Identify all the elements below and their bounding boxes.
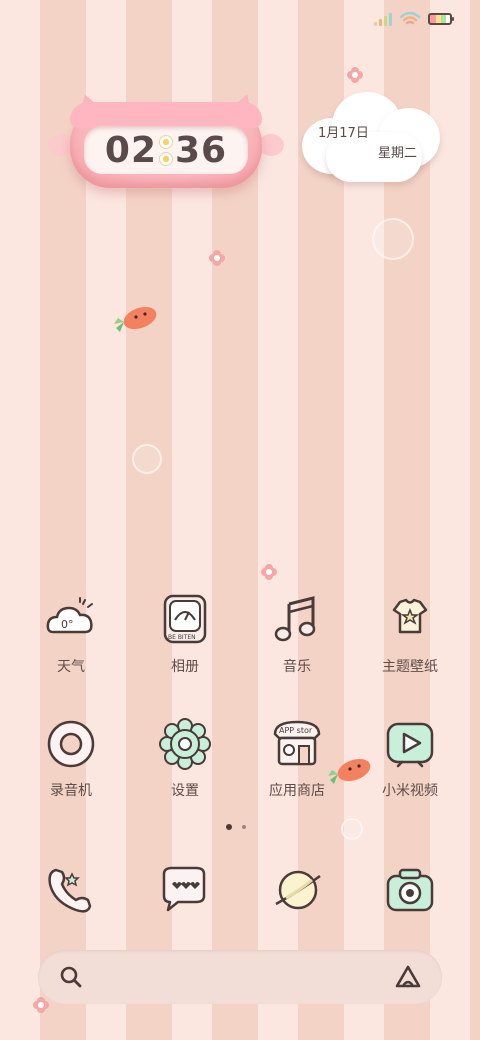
weather-cloud-icon: 0° — [43, 592, 99, 648]
flower-decoration-icon — [33, 997, 49, 1013]
assistant-icon[interactable] — [394, 964, 422, 990]
page-indicator — [226, 824, 246, 830]
dock-camera[interactable] — [380, 860, 440, 920]
clock-hours: 02 — [104, 129, 157, 171]
app-label: 小米视频 — [382, 783, 438, 799]
theme-shirt-icon — [382, 592, 438, 648]
flower-decoration-icon — [347, 67, 363, 83]
messages-icon — [162, 866, 206, 912]
bubble-decoration — [132, 444, 162, 474]
app-label: 音乐 — [283, 659, 311, 675]
wifi-icon — [400, 12, 420, 25]
search-icon[interactable] — [58, 964, 84, 990]
page-dot — [242, 825, 246, 829]
status-bar — [374, 8, 454, 30]
dock-browser[interactable] — [268, 860, 328, 920]
phone-icon — [48, 868, 92, 913]
video-play-icon — [382, 716, 438, 772]
browser-planet-icon — [275, 870, 321, 910]
app-label: 天气 — [57, 659, 85, 675]
app-recorder[interactable]: 录音机 — [16, 716, 126, 816]
music-note-icon — [269, 592, 325, 648]
app-weather[interactable]: 0° 天气 — [16, 592, 126, 692]
camera-icon — [386, 868, 434, 912]
clock-frosting — [70, 102, 262, 128]
clock-face: 02 36 — [84, 126, 248, 174]
flower-decoration-icon — [261, 564, 277, 580]
clock-minutes: 36 — [175, 129, 228, 171]
recorder-icon — [43, 716, 99, 772]
search-bar[interactable] — [38, 950, 442, 1004]
app-video[interactable]: 小米视频 — [355, 716, 465, 816]
clock-separator-icon — [159, 134, 173, 166]
gallery-icon: BE BITEN — [157, 592, 213, 648]
clock-widget[interactable]: 02 36 — [48, 90, 284, 196]
app-gallery[interactable]: BE BITEN 相册 — [130, 592, 240, 692]
settings-gear-icon — [157, 716, 213, 772]
battery-icon — [428, 13, 454, 25]
gallery-icon-text: BE BITEN — [168, 634, 196, 641]
flower-decoration-icon — [209, 250, 225, 266]
app-settings[interactable]: 设置 — [130, 716, 240, 816]
weekday-label: 星期二 — [378, 146, 418, 161]
date-widget[interactable]: 1月17日 星期二 — [302, 88, 444, 186]
svg-text:0°: 0° — [61, 618, 74, 631]
app-store-icon-text: APP stor — [279, 726, 313, 735]
app-store[interactable]: APP stor 应用商店 — [242, 716, 352, 816]
page-dot-active — [226, 824, 232, 830]
carrot-sticker-icon — [114, 306, 157, 332]
app-label: 主题壁纸 — [382, 659, 438, 675]
dock-phone[interactable] — [40, 860, 100, 920]
app-label: 录音机 — [50, 783, 92, 799]
app-label: 相册 — [171, 659, 199, 675]
bubble-decoration — [341, 818, 363, 840]
app-label: 应用商店 — [269, 783, 325, 799]
app-music[interactable]: 音乐 — [242, 592, 352, 692]
date-label: 1月17日 — [318, 126, 369, 141]
bubble-decoration — [372, 218, 414, 260]
app-store-icon: APP stor — [269, 716, 325, 772]
app-themes[interactable]: 主题壁纸 — [355, 592, 465, 692]
dock-messages[interactable] — [154, 860, 214, 920]
signal-bars-icon — [374, 12, 392, 26]
app-label: 设置 — [171, 783, 199, 799]
